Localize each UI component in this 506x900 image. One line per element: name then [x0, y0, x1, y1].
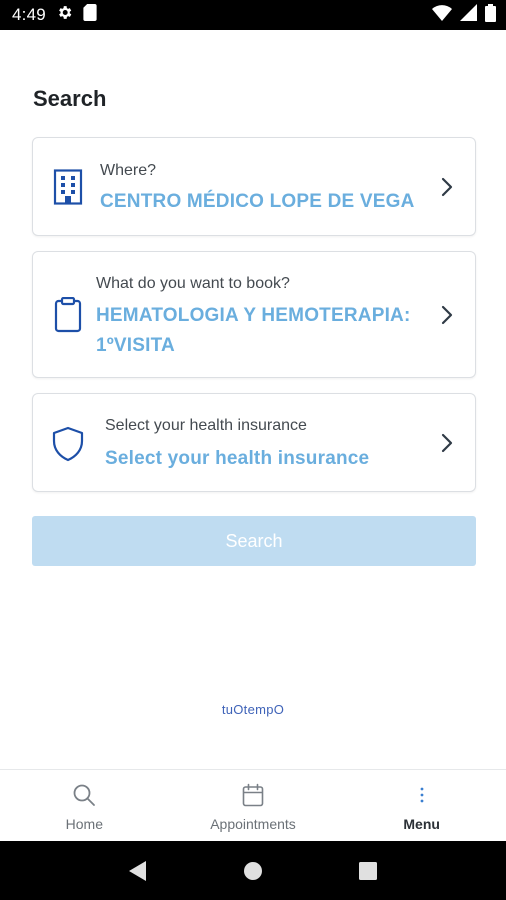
home-icon[interactable] [233, 851, 273, 891]
gear-icon [56, 4, 73, 26]
page-title: Search [33, 86, 107, 111]
status-right [432, 3, 496, 27]
status-time: 4:49 [12, 5, 46, 24]
chevron-right-icon [439, 305, 455, 325]
recents-icon[interactable] [348, 851, 388, 891]
building-icon [51, 168, 85, 206]
status-bar: 4:49 [0, 0, 506, 30]
system-navigation-bar [0, 841, 506, 900]
bottom-navigation: Home Appointments Menu [0, 769, 506, 841]
insurance-value: Select your health insurance [105, 448, 370, 469]
clipboard-icon [51, 296, 85, 334]
battery-icon [485, 3, 496, 27]
search-icon [71, 782, 97, 808]
where-selector-card[interactable]: Where? CENTRO MÉDICO LOPE DE VEGA [32, 137, 476, 236]
where-label: Where? [100, 162, 157, 179]
status-left: 4:49 [12, 4, 97, 26]
signal-icon [460, 4, 477, 26]
where-value: CENTRO MÉDICO LOPE DE VEGA [100, 191, 415, 212]
nav-item-appointments[interactable]: Appointments [169, 770, 338, 841]
nav-label-menu: Menu [403, 816, 440, 832]
calendar-icon [240, 782, 266, 808]
chevron-right-icon [439, 433, 455, 453]
booking-value: HEMATOLOGIA Y HEMOTERAPIA: 1ºVISITA [96, 305, 411, 356]
sd-card-icon [83, 4, 97, 26]
chevron-right-icon [439, 177, 455, 197]
nav-label-appointments: Appointments [210, 816, 296, 832]
brand-link[interactable]: tuOtempO [0, 702, 506, 717]
more-vertical-icon [409, 782, 435, 808]
search-button[interactable]: Search [32, 516, 476, 566]
insurance-label: Select your health insurance [105, 417, 307, 434]
shield-icon [51, 425, 85, 463]
wifi-icon [432, 4, 452, 26]
booking-label: What do you want to book? [96, 275, 290, 292]
insurance-selector-card[interactable]: Select your health insurance Select your… [32, 393, 476, 492]
app-screen: 4:49 Search Where? CENTRO MÉDICO LOPE DE… [0, 0, 506, 900]
nav-item-menu[interactable]: Menu [337, 770, 506, 841]
nav-item-home[interactable]: Home [0, 770, 169, 841]
nav-label-home: Home [65, 816, 104, 832]
back-icon[interactable] [118, 851, 158, 891]
booking-selector-card[interactable]: What do you want to book? HEMATOLOGIA Y … [32, 251, 476, 378]
